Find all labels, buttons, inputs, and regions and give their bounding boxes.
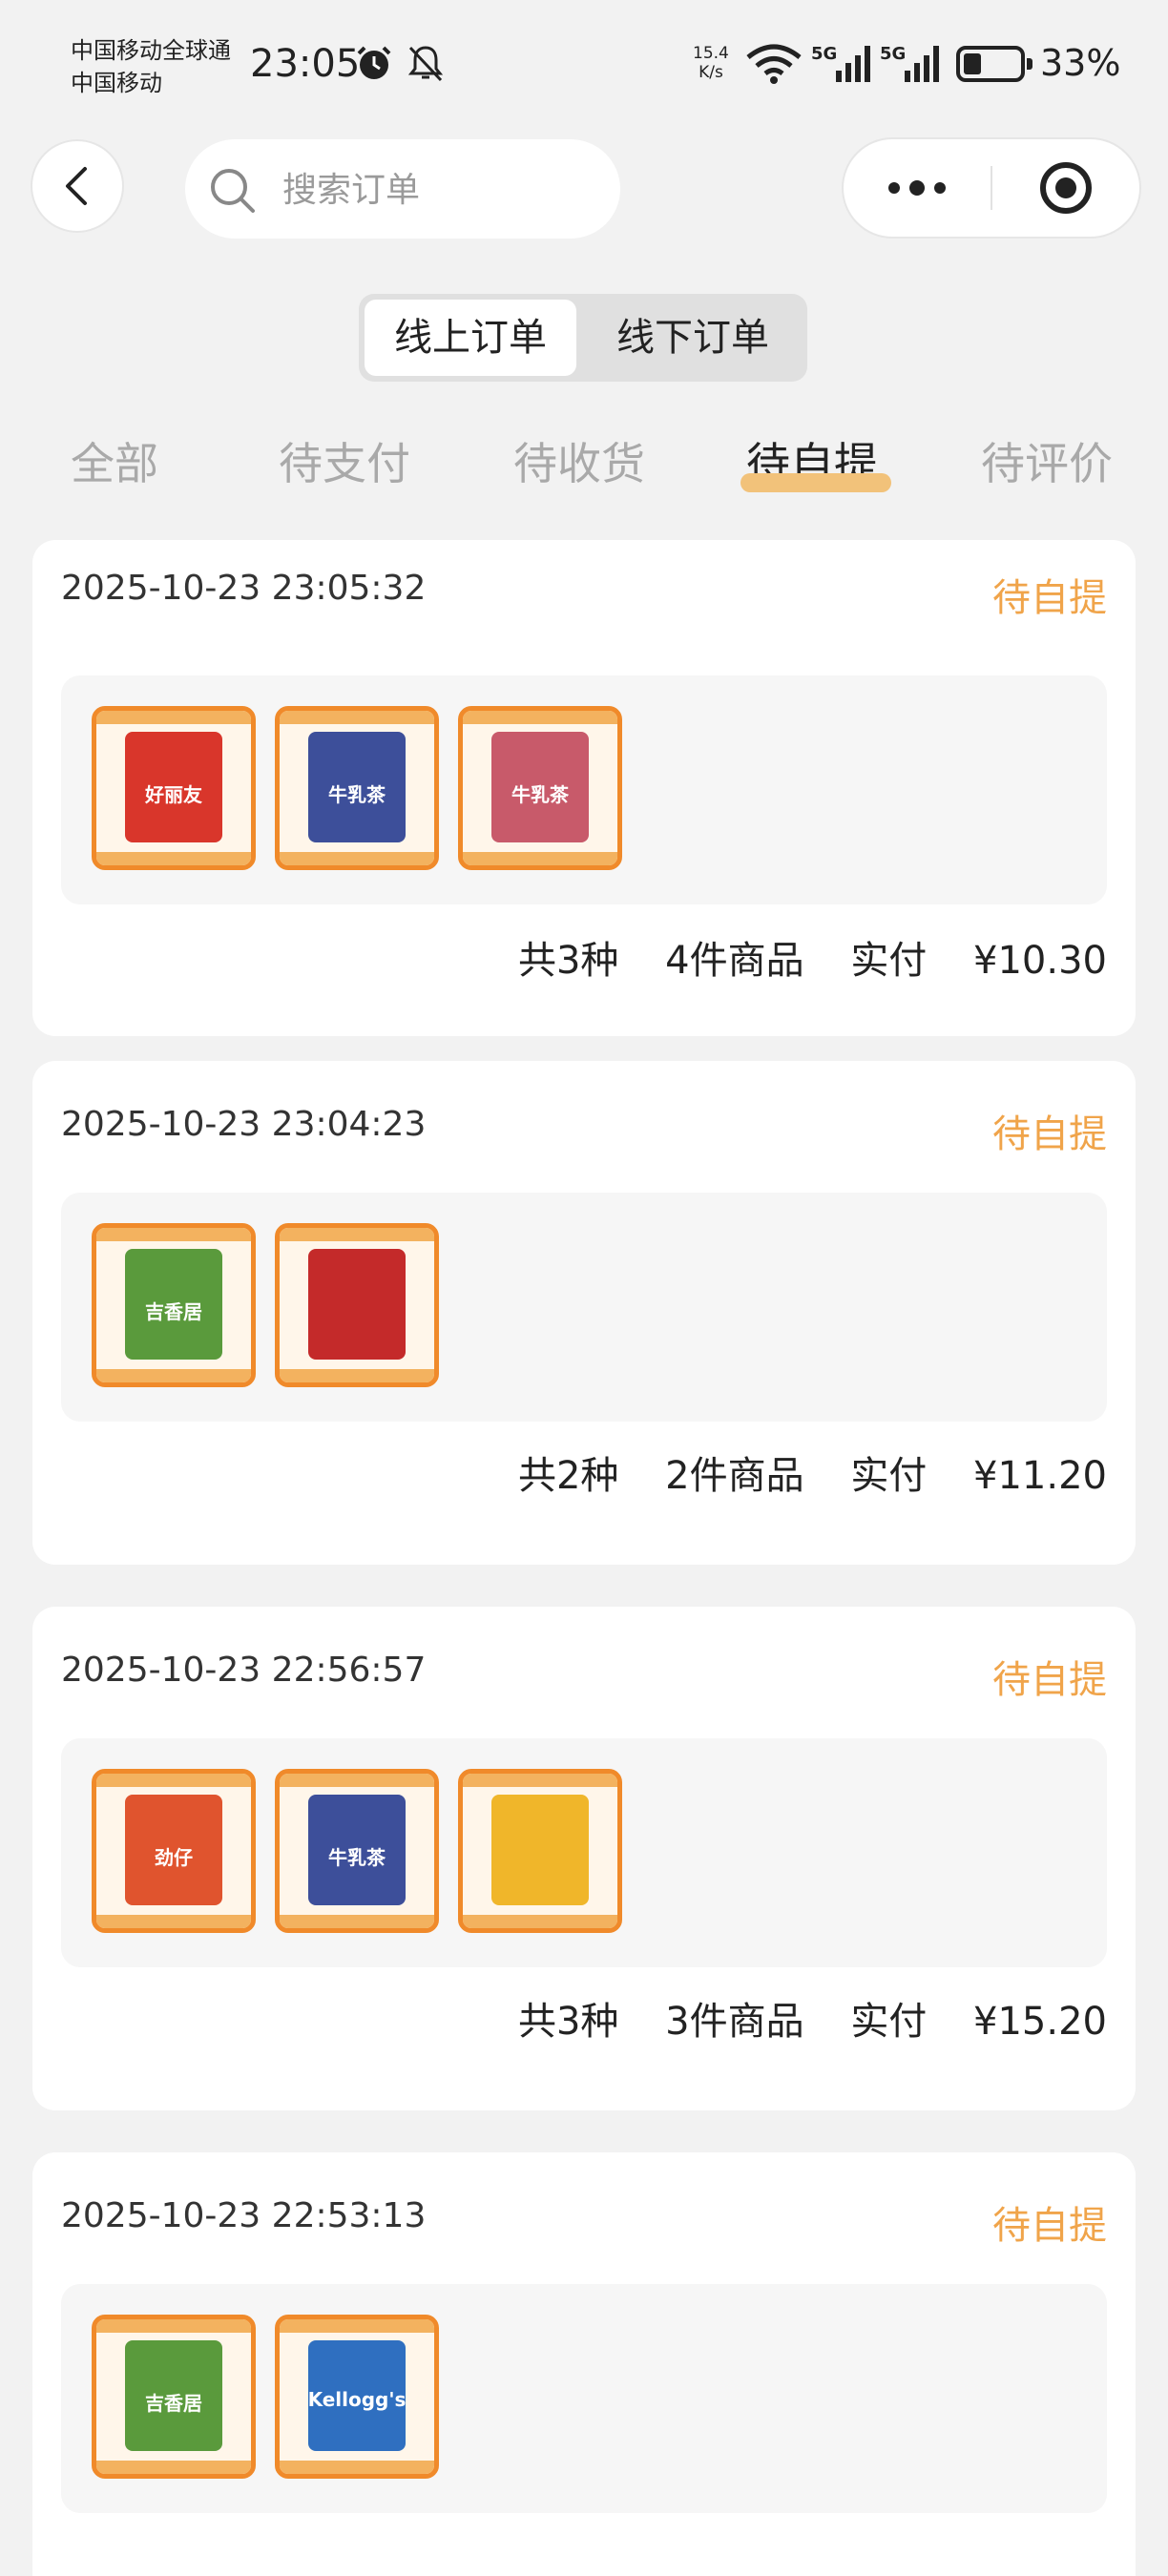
- item-count: 2件商品: [665, 1454, 804, 1498]
- carrier-line-2: 中国移动: [71, 70, 162, 96]
- paid-label: 实付: [850, 939, 928, 983]
- order-summary: 共2种 2件商品 实付 ¥11.20: [518, 1444, 1107, 1500]
- order-status: 待自提: [992, 2204, 1107, 2248]
- tab-pending-delivery[interactable]: 待收货: [513, 429, 645, 492]
- paid-label: 实付: [850, 2000, 928, 2044]
- product-package: [491, 1795, 589, 1905]
- status-bar: 中国移动全球通 中国移动 23:05 15.4 K/s 5G 5G 33%: [0, 0, 1168, 134]
- wifi-icon: [746, 44, 802, 84]
- product-thumbnail[interactable]: 牛乳茶: [275, 1769, 439, 1933]
- order-card[interactable]: 2025-10-23 22:53:13 待自提 吉香居 Kellogg's: [32, 2152, 1136, 2576]
- more-dots-icon: [888, 180, 946, 196]
- order-status: 待自提: [992, 1112, 1107, 1156]
- mini-program-capsule: [844, 139, 1139, 237]
- carrier-line-1: 中国移动全球通: [71, 37, 231, 64]
- network-speed-unit: K/s: [699, 63, 723, 82]
- tab-pending-review[interactable]: 待评价: [981, 429, 1113, 492]
- order-status: 待自提: [992, 1658, 1107, 1702]
- status-time: 23:05: [250, 42, 361, 86]
- signal-label-sim2: 5G: [880, 44, 906, 64]
- tab-pending-payment[interactable]: 待支付: [279, 429, 410, 492]
- goods-box[interactable]: 吉香居: [61, 1193, 1107, 1422]
- tab-all[interactable]: 全部: [71, 429, 158, 492]
- product-thumbnail[interactable]: [275, 1223, 439, 1387]
- order-status: 待自提: [992, 576, 1107, 620]
- battery-level-fill: [964, 53, 981, 74]
- product-thumbnail[interactable]: 吉香居: [92, 1223, 256, 1387]
- product-thumbnail[interactable]: [458, 1769, 622, 1933]
- product-label: 牛乳茶: [511, 783, 569, 806]
- offline-orders-tab[interactable]: 线下订单: [584, 300, 802, 376]
- search-icon: [211, 169, 255, 213]
- active-tab-indicator: [740, 473, 891, 492]
- paid-amount: ¥10.30: [973, 939, 1107, 983]
- product-package: [308, 1249, 406, 1360]
- battery-percentage: 33%: [1040, 42, 1121, 84]
- order-card[interactable]: 2025-10-23 23:04:23 待自提 吉香居 共2种 2件商品 实付 …: [32, 1061, 1136, 1565]
- product-thumbnail[interactable]: 好丽友: [92, 706, 256, 870]
- goods-box[interactable]: 好丽友 牛乳茶 牛乳茶: [61, 675, 1107, 904]
- alarm-clock-icon: [357, 46, 391, 79]
- order-time: 2025-10-23 22:56:57: [61, 1651, 427, 1690]
- order-type-switch: 线上订单 线下订单: [359, 294, 807, 382]
- back-button[interactable]: [32, 141, 122, 231]
- item-count: 4件商品: [665, 939, 804, 983]
- network-speed-value: 15.4: [693, 44, 729, 63]
- order-time: 2025-10-23 23:04:23: [61, 1105, 427, 1144]
- network-speed: 15.4 K/s: [693, 44, 729, 82]
- signal-icon-sim1: 5G: [811, 44, 870, 82]
- product-thumbnail[interactable]: 牛乳茶: [458, 706, 622, 870]
- product-label: 劲仔: [155, 1846, 193, 1869]
- item-kinds: 共2种: [517, 1454, 619, 1498]
- bell-muted-icon: [407, 46, 444, 82]
- paid-amount: ¥15.20: [973, 2000, 1107, 2044]
- more-button[interactable]: [844, 139, 991, 237]
- signal-icon-sim2: 5G: [880, 44, 939, 82]
- online-orders-tab[interactable]: 线上订单: [365, 300, 576, 376]
- order-card[interactable]: 2025-10-23 23:05:32 待自提 好丽友 牛乳茶 牛乳茶 共3种 …: [32, 540, 1136, 1036]
- signal-label-sim1: 5G: [811, 44, 837, 64]
- item-kinds: 共3种: [517, 939, 619, 983]
- search-input[interactable]: [281, 162, 599, 218]
- target-icon: [1040, 162, 1092, 214]
- product-label: 吉香居: [145, 1300, 202, 1323]
- product-thumbnail[interactable]: 吉香居: [92, 2315, 256, 2479]
- paid-label: 实付: [850, 1454, 928, 1498]
- close-miniprogram-button[interactable]: [992, 139, 1139, 237]
- paid-amount: ¥11.20: [973, 1454, 1107, 1498]
- goods-box[interactable]: 劲仔 牛乳茶: [61, 1738, 1107, 1967]
- order-card[interactable]: 2025-10-23 22:56:57 待自提 劲仔 牛乳茶 共3种 3件商品 …: [32, 1607, 1136, 2110]
- order-time: 2025-10-23 23:05:32: [61, 569, 427, 608]
- product-thumbnail[interactable]: 劲仔: [92, 1769, 256, 1933]
- carrier-info: 中国移动全球通 中国移动: [71, 34, 231, 99]
- item-kinds: 共3种: [517, 2000, 619, 2044]
- order-status-tabs: 全部 待支付 待收货 待自提 待评价: [0, 410, 1168, 506]
- product-label: Kellogg's: [307, 2388, 407, 2411]
- product-thumbnail[interactable]: 牛乳茶: [275, 706, 439, 870]
- product-thumbnail[interactable]: Kellogg's: [275, 2315, 439, 2479]
- order-summary: 共3种 4件商品 实付 ¥10.30: [518, 929, 1107, 985]
- product-label: 好丽友: [145, 783, 202, 806]
- order-summary: 共3种 3件商品 实付 ¥15.20: [518, 1990, 1107, 2046]
- order-time: 2025-10-23 22:53:13: [61, 2196, 427, 2235]
- product-label: 牛乳茶: [328, 1846, 386, 1869]
- search-box[interactable]: [185, 139, 620, 239]
- product-label: 牛乳茶: [328, 783, 386, 806]
- product-label: 吉香居: [145, 2392, 202, 2415]
- item-count: 3件商品: [665, 2000, 804, 2044]
- battery-icon: [956, 46, 1032, 82]
- goods-box[interactable]: 吉香居 Kellogg's: [61, 2284, 1107, 2513]
- chevron-left-icon: [66, 167, 87, 205]
